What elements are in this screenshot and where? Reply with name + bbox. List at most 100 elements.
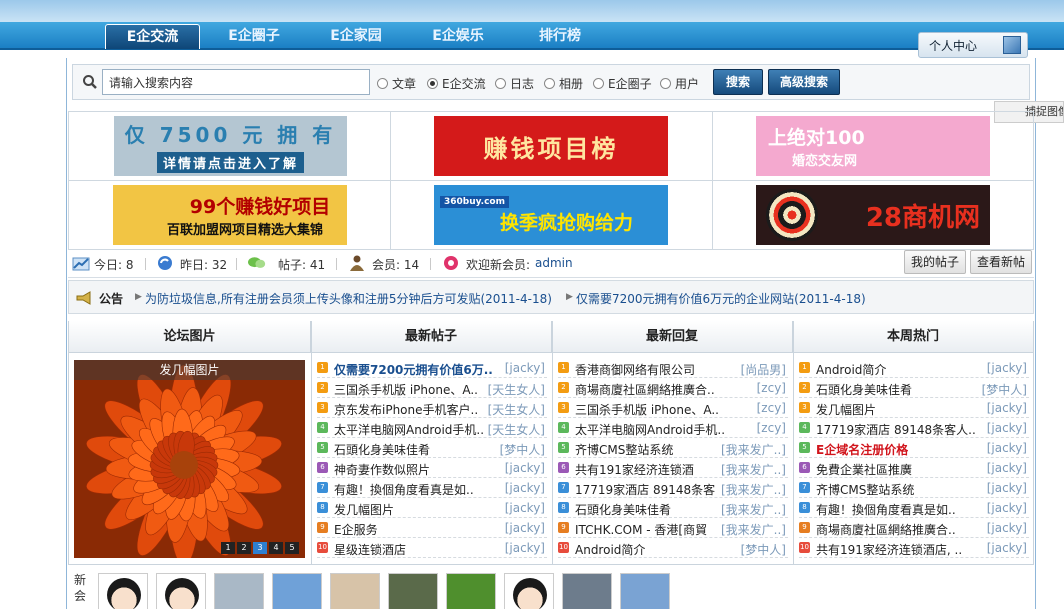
post-author[interactable]: [jacky] [505,521,545,535]
post-title-link[interactable]: 京东发布iPhone手机客户.. [334,401,478,418]
post-author[interactable]: [我来发广..] [721,461,786,478]
post-title-link[interactable]: 发几幅图片 [334,501,394,518]
radio-album[interactable]: 相册 [544,75,583,92]
view-new-posts-button[interactable]: 查看新帖 [970,250,1032,274]
slideshow-page-4[interactable]: 4 [269,542,283,554]
post-title-link[interactable]: 星级连锁酒店 [334,541,406,558]
post-title-link[interactable]: 17719家酒店 89148条客人.. [816,421,976,438]
list-item[interactable]: 10 星级连锁酒店 [jacky] [317,538,547,558]
post-author[interactable]: [jacky] [505,481,545,495]
tab-ranking[interactable]: 排行榜 [516,24,604,49]
tab-e-exchange[interactable]: E企交流 [105,24,200,49]
list-item[interactable]: 8 发几幅图片 [jacky] [317,498,547,518]
post-author[interactable]: [天生女人] [488,401,545,418]
post-author[interactable]: [梦中人] [500,441,545,458]
post-author[interactable]: [zcy] [757,381,786,395]
ad-banner-money-projects[interactable]: 赚钱项目榜 [434,116,668,176]
post-author[interactable]: [zcy] [757,421,786,435]
post-author[interactable]: [天生女人] [488,421,545,438]
list-item[interactable]: 1 Android简介 [jacky] [799,358,1029,378]
advanced-search-button[interactable]: 高级搜索 [768,69,840,95]
post-author[interactable]: [jacky] [987,361,1027,375]
list-item[interactable]: 2 商場商廈社區網絡推廣合.. [zcy] [558,378,788,398]
search-button[interactable]: 搜索 [713,69,763,95]
list-item[interactable]: 3 三国杀手机版 iPhone、A.. [zcy] [558,398,788,418]
post-title-link[interactable]: 发几幅图片 [816,401,876,418]
radio-dot[interactable] [495,78,506,89]
post-title-link[interactable]: 有趣！換個角度看真是如.. [334,481,474,498]
member-avatar[interactable] [214,573,264,609]
post-title-link[interactable]: 三国杀手机版 iPhone、A.. [575,401,719,418]
list-item[interactable]: 4 17719家酒店 89148条客人.. [jacky] [799,418,1029,438]
post-title-link[interactable]: 香港商御网络有限公司 [575,361,695,378]
post-author[interactable]: [jacky] [987,401,1027,415]
post-title-link[interactable]: Android简介 [816,361,886,378]
radio-user[interactable]: 用户 [660,75,699,92]
radio-blog[interactable]: 日志 [495,75,534,92]
post-author[interactable]: [我来发广..] [721,521,786,538]
list-item[interactable]: 5 E企域名注册价格 [jacky] [799,438,1029,458]
member-avatar[interactable] [330,573,380,609]
tab-e-home[interactable]: E企家园 [312,24,400,49]
list-item[interactable]: 2 石頭化身美味佳肴 [梦中人] [799,378,1029,398]
list-item[interactable]: 1 仅需要7200元拥有价值6万.. [jacky] [317,358,547,378]
list-item[interactable]: 7 17719家酒店 89148条客 [我来发广..] [558,478,788,498]
member-avatar[interactable] [156,573,206,609]
member-avatar[interactable] [446,573,496,609]
list-item[interactable]: 10 Android简介 [梦中人] [558,538,788,558]
member-avatar[interactable] [272,573,322,609]
post-title-link[interactable]: 商場商廈社區網絡推廣合.. [816,521,956,538]
slideshow-page-2[interactable]: 2 [237,542,251,554]
list-item[interactable]: 1 香港商御网络有限公司 [尚品男] [558,358,788,378]
ad-banner-28-business[interactable]: 28商机网 [756,185,990,245]
post-author[interactable]: [jacky] [987,441,1027,455]
radio-dot[interactable] [660,78,671,89]
ad-banner-website-7500[interactable]: 仅 7500 元 拥 有 详情请点击进入了解 [114,116,347,176]
member-avatar[interactable] [562,573,612,609]
new-member-link[interactable]: admin [535,256,573,270]
post-title-link[interactable]: 石頭化身美味佳肴 [575,501,671,518]
list-item[interactable]: 5 齐博CMS整站系统 [我来发广..] [558,438,788,458]
post-author[interactable]: [梦中人] [741,541,786,558]
post-author[interactable]: [我来发广..] [721,501,786,518]
list-item[interactable]: 8 有趣！換個角度看真是如.. [jacky] [799,498,1029,518]
announcement-link[interactable]: 仅需要7200元拥有价值6万元的企业网站(2011-4-18) [576,290,866,307]
ad-banner-franchise[interactable]: 99个赚钱好项目 百联加盟网项目精选大集锦 [113,185,347,245]
post-author[interactable]: [jacky] [505,501,545,515]
post-title-link[interactable]: 齐博CMS整站系统 [816,481,914,498]
post-author[interactable]: [jacky] [987,541,1027,555]
radio-dot[interactable] [377,78,388,89]
list-item[interactable]: 7 有趣！換個角度看真是如.. [jacky] [317,478,547,498]
post-title-link[interactable]: 有趣！換個角度看真是如.. [816,501,956,518]
post-title-link[interactable]: 石頭化身美味佳肴 [334,441,430,458]
post-author[interactable]: [jacky] [987,461,1027,475]
list-item[interactable]: 5 石頭化身美味佳肴 [梦中人] [317,438,547,458]
search-input[interactable] [102,69,370,95]
post-author[interactable]: [我来发广..] [721,441,786,458]
post-author[interactable]: [尚品男] [741,361,786,378]
radio-e-exchange[interactable]: E企交流 [427,75,486,92]
list-item[interactable]: 10 共有191家经济连锁酒店, .. [jacky] [799,538,1029,558]
post-author[interactable]: [jacky] [505,541,545,555]
post-title-link[interactable]: 共有191家经济连锁酒店, .. [816,541,962,558]
post-title-link[interactable]: 仅需要7200元拥有价值6万.. [334,361,493,378]
list-item[interactable]: 4 太平洋电脑网Android手机.. [zcy] [558,418,788,438]
slideshow-page-3[interactable]: 3 [253,542,267,554]
ad-banner-360buy[interactable]: 360buy.com 换季疯抢购给力 [434,185,668,245]
member-avatar[interactable] [98,573,148,609]
list-item[interactable]: 9 E企服务 [jacky] [317,518,547,538]
member-avatar[interactable] [504,573,554,609]
list-item[interactable]: 8 石頭化身美味佳肴 [我来发广..] [558,498,788,518]
post-title-link[interactable]: 太平洋电脑网Android手机.. [575,421,725,438]
post-title-link[interactable]: 17719家酒店 89148条客 [575,481,715,498]
post-title-link[interactable]: 石頭化身美味佳肴 [816,381,912,398]
post-author[interactable]: [jacky] [987,421,1027,435]
list-item[interactable]: 6 神奇妻作数似照片 [jacky] [317,458,547,478]
post-title-link[interactable]: 免費企業社區推廣 [816,461,912,478]
post-author[interactable]: [jacky] [505,461,545,475]
post-author[interactable]: [我来发广..] [721,481,786,498]
member-avatar[interactable] [388,573,438,609]
list-item[interactable]: 3 京东发布iPhone手机客户.. [天生女人] [317,398,547,418]
list-item[interactable]: 4 太平洋电脑网Android手机.. [天生女人] [317,418,547,438]
list-item[interactable]: 6 共有191家经济连锁酒 [我来发广..] [558,458,788,478]
